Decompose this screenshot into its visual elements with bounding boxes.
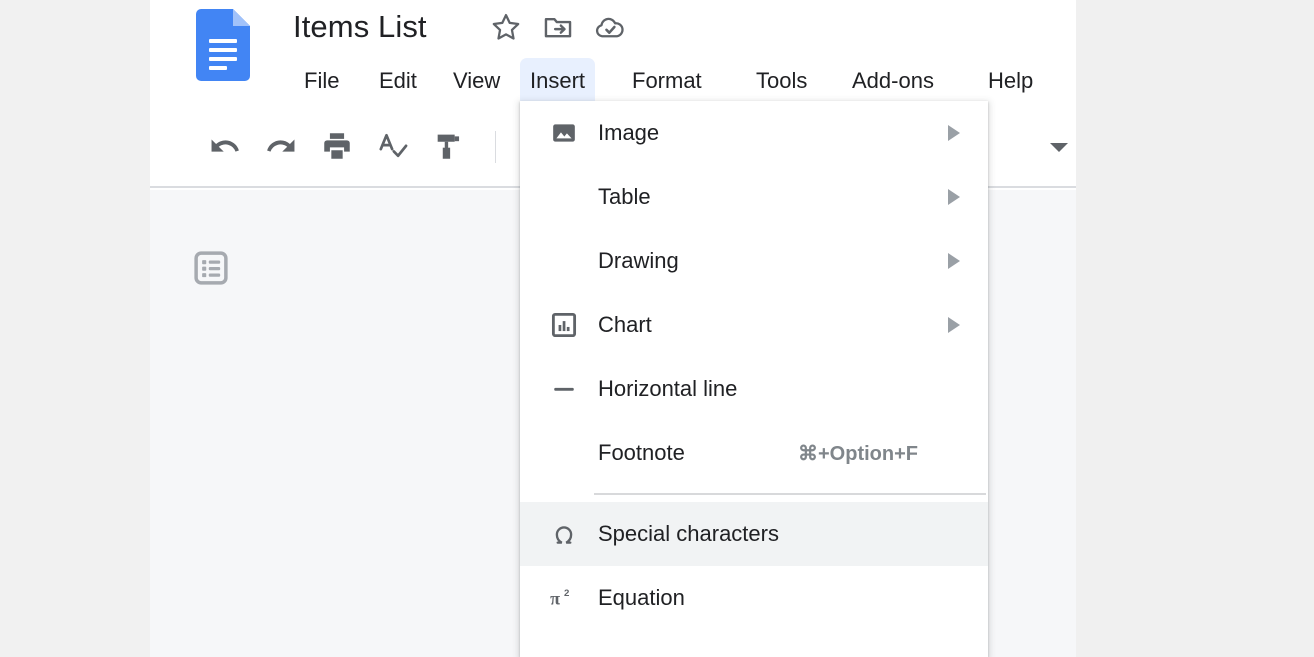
menu-add-ons[interactable]: Add-ons	[842, 58, 944, 103]
menu-item-label: Drawing	[598, 248, 679, 273]
google-docs-logo-icon[interactable]	[196, 9, 250, 81]
menu-item-image[interactable]: Image	[520, 101, 988, 165]
menu-item-table[interactable]: Table	[520, 165, 988, 229]
menu-item-shortcut: ⌘+Option+F	[798, 442, 918, 465]
redo-icon[interactable]	[264, 129, 298, 163]
page-gutter-right	[1076, 0, 1314, 657]
menu-item-footnote[interactable]: Footnote ⌘+Option+F	[520, 421, 988, 485]
star-icon[interactable]	[489, 10, 523, 44]
move-to-folder-icon[interactable]	[541, 10, 575, 44]
svg-text:2: 2	[564, 588, 569, 599]
menu-item-special-characters[interactable]: Special characters	[520, 502, 988, 566]
menu-item-drawing[interactable]: Drawing	[520, 229, 988, 293]
cloud-saved-icon[interactable]	[593, 10, 627, 44]
menu-item-label: Image	[598, 120, 660, 145]
menu-insert[interactable]: Insert	[520, 58, 596, 103]
image-icon	[547, 116, 581, 150]
omega-icon	[547, 517, 581, 551]
menu-item-label: Chart	[598, 312, 652, 337]
menu-item-chart[interactable]: Chart	[520, 293, 988, 357]
submenu-arrow-icon	[948, 125, 960, 141]
toolbar-separator	[495, 131, 496, 163]
pi-squared-icon: π 2	[547, 581, 581, 615]
toolbar-overflow-caret[interactable]	[1050, 143, 1068, 152]
menu-item-label: Special characters	[598, 521, 779, 546]
page-gutter-left	[0, 0, 150, 657]
menu-file[interactable]: File	[294, 58, 349, 103]
paint-format-icon[interactable]	[432, 129, 466, 163]
submenu-arrow-icon	[948, 189, 960, 205]
print-icon[interactable]	[320, 129, 354, 163]
menu-edit[interactable]: Edit	[369, 58, 427, 103]
svg-text:π: π	[550, 588, 560, 608]
document-title[interactable]: Items List	[293, 5, 427, 49]
menu-help[interactable]: Help	[978, 58, 1043, 103]
menu-view[interactable]: View	[443, 58, 510, 103]
submenu-arrow-icon	[948, 253, 960, 269]
document-outline-icon[interactable]	[192, 249, 230, 287]
menu-tools[interactable]: Tools	[746, 58, 817, 103]
insert-dropdown-menu: Image Table Drawing Chart Horizontal lin…	[520, 101, 988, 657]
menu-item-label: Equation	[598, 585, 685, 610]
menu-item-equation[interactable]: π 2 Equation	[520, 566, 988, 630]
chart-icon	[547, 308, 581, 342]
menu-item-horizontal-line[interactable]: Horizontal line	[520, 357, 988, 421]
menu-separator	[520, 485, 988, 502]
menu-item-label: Table	[598, 184, 651, 209]
undo-icon[interactable]	[208, 129, 242, 163]
menu-format[interactable]: Format	[622, 58, 712, 103]
document-header: Items List File Edit View Insert Format …	[150, 0, 1076, 103]
google-docs-window: Items List File Edit View Insert Format …	[0, 0, 1314, 657]
menu-item-label: Footnote	[598, 440, 685, 465]
horizontal-line-icon	[547, 372, 581, 406]
submenu-arrow-icon	[948, 317, 960, 333]
spellcheck-icon[interactable]	[376, 129, 410, 163]
menu-item-label: Horizontal line	[598, 376, 738, 401]
